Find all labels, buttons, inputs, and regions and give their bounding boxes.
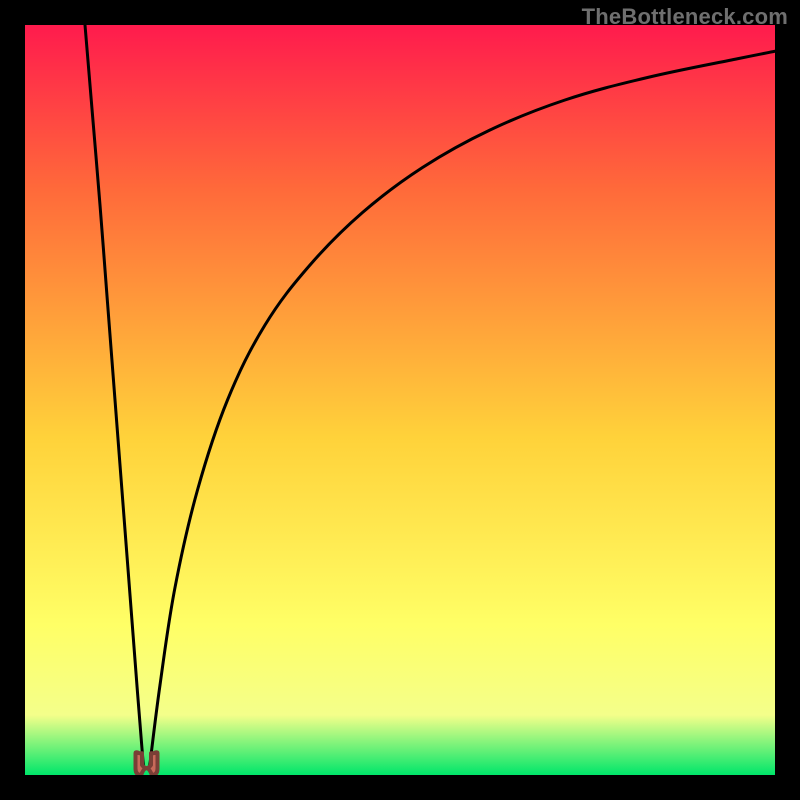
chart-frame: TheBottleneck.com	[0, 0, 800, 800]
watermark-text: TheBottleneck.com	[582, 4, 788, 30]
gradient-background	[25, 25, 775, 775]
plot-svg	[25, 25, 775, 775]
plot-area	[25, 25, 775, 775]
